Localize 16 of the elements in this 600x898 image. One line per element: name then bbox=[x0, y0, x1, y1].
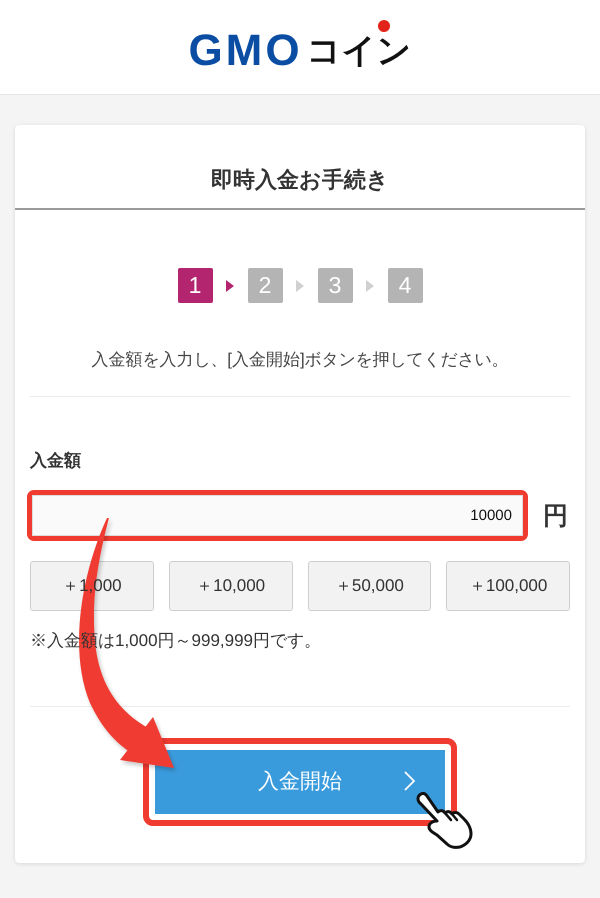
unit-label: 円 bbox=[543, 500, 568, 530]
logo-wordmark: コイン bbox=[306, 33, 412, 69]
card-title: 即時入金お手続き bbox=[211, 166, 389, 194]
logo-wordmark: GMO bbox=[188, 33, 303, 69]
step-indicator: 4 bbox=[388, 268, 422, 303]
quick-amount-button[interactable]: ＋10,000 bbox=[168, 561, 292, 611]
amount-input[interactable]: 10000 bbox=[32, 495, 523, 536]
step-indicator: 1 bbox=[178, 268, 212, 303]
step-indicator: 2 bbox=[248, 268, 282, 303]
quick-amount-button[interactable]: ＋50,000 bbox=[308, 561, 432, 611]
amount-label: 入金額 bbox=[30, 450, 82, 472]
chevron-right-icon bbox=[404, 771, 415, 791]
logo-dot-icon bbox=[378, 20, 390, 32]
instruction-text: 入金額を入力し、[入金開始]ボタンを押してください。 bbox=[90, 349, 510, 371]
quick-amount-button[interactable]: ＋100,000 bbox=[446, 561, 570, 611]
step-indicator: 3 bbox=[318, 268, 352, 303]
